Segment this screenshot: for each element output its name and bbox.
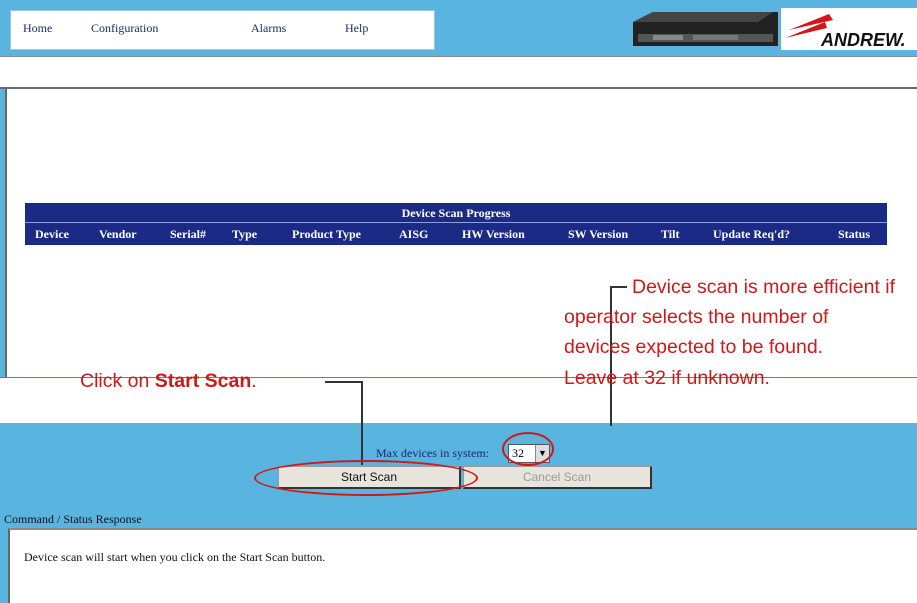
andrew-logo: ANDREW.	[781, 8, 917, 50]
annotation-click-bold: Start Scan	[154, 370, 252, 392]
top-nav: Home Configuration Alarms Help	[10, 10, 435, 50]
column-serial: Serial#	[170, 227, 206, 241]
nav-help[interactable]: Help	[345, 21, 368, 36]
column-update-reqd: Update Req'd?	[713, 227, 791, 241]
column-aisg: AISG	[399, 227, 429, 241]
nav-alarms[interactable]: Alarms	[251, 21, 286, 36]
nav-configuration[interactable]: Configuration	[91, 21, 158, 36]
column-hw-version: HW Version	[462, 227, 525, 241]
status-response-box: Device scan will start when you click on…	[8, 528, 917, 603]
device-scan-table-header: Device Scan Progress Device Vendor Seria…	[25, 203, 887, 245]
annotation-line-2: operator selects the number of	[564, 306, 829, 328]
logo-text: ANDREW.	[820, 30, 906, 50]
table-divider	[25, 222, 887, 223]
nav-home[interactable]: Home	[23, 21, 52, 36]
annotation-line-4: Leave at 32 if unknown.	[564, 367, 770, 389]
start-callout-line-vertical	[361, 381, 363, 465]
start-button-highlight-ellipse	[254, 460, 478, 496]
callout-line-horizontal	[610, 286, 627, 288]
column-tilt: Tilt	[661, 227, 680, 241]
column-status: Status	[838, 227, 871, 241]
column-product-type: Product Type	[292, 227, 362, 241]
column-vendor: Vendor	[99, 227, 137, 241]
status-response-label: Command / Status Response	[4, 512, 142, 526]
annotation-line-3: devices expected to be found.	[564, 336, 824, 358]
column-sw-version: SW Version	[568, 227, 629, 241]
start-callout-line-horizontal	[325, 381, 363, 383]
table-title: Device Scan Progress	[401, 206, 511, 220]
annotation-click-suffix: .	[251, 370, 257, 392]
column-type: Type	[232, 227, 258, 241]
status-message: Device scan will start when you click on…	[24, 550, 326, 564]
max-devices-label: Max devices in system:	[376, 446, 489, 460]
select-highlight-ellipse	[502, 432, 554, 466]
annotation-line-1: Device scan is more efficient if	[632, 276, 895, 298]
click-start-scan-annotation: Click on Start Scan.	[80, 370, 257, 393]
device-product-image	[633, 12, 778, 46]
header-strip	[0, 56, 917, 89]
column-device: Device	[35, 227, 69, 241]
cancel-scan-button[interactable]: Cancel Scan	[463, 466, 652, 489]
annotation-click-prefix: Click on	[80, 370, 155, 392]
